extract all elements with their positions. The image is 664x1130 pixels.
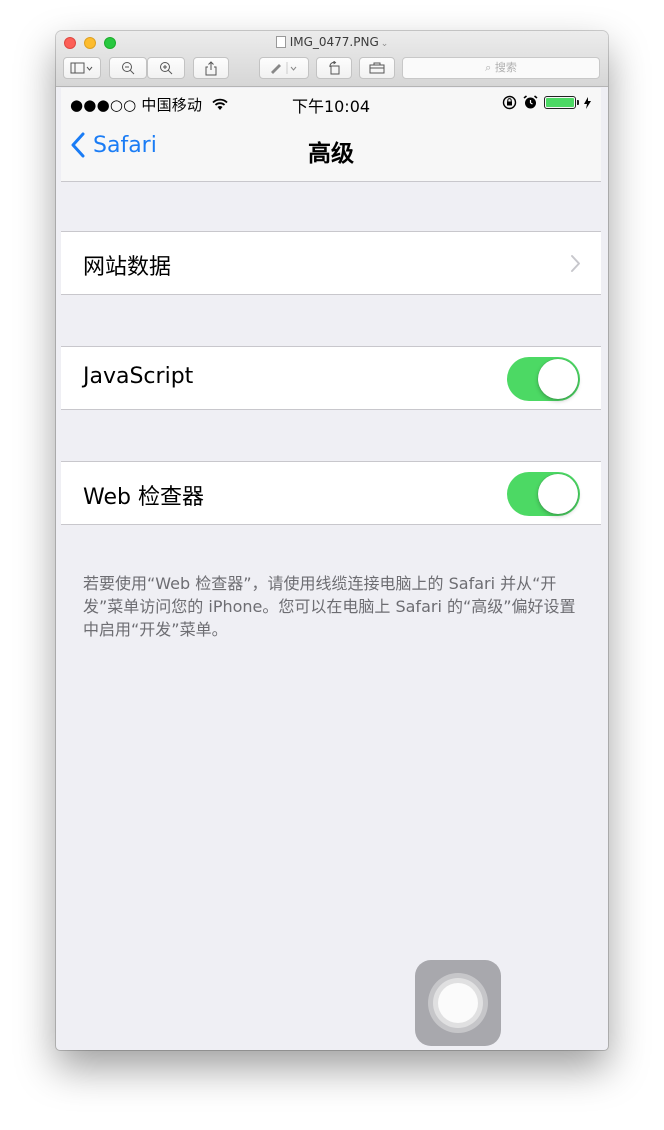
chevron-down-icon: ⌄ — [380, 39, 389, 49]
web-inspector-label: Web 检查器 — [83, 485, 204, 510]
navigation-bar: Safari 高级 — [61, 118, 601, 182]
title-bar: IMG_0477.PNG ⌄ ⌕ 搜索 — [56, 31, 608, 87]
website-data-cell[interactable]: 网站数据 — [61, 231, 601, 295]
web-inspector-cell: Web 检查器 — [61, 461, 601, 525]
document-filename: IMG_0477.PNG — [289, 35, 379, 49]
share-button[interactable] — [193, 57, 229, 79]
status-bar: ●●●○○ 中国移动 下午10:04 — [61, 88, 601, 118]
iphone-screen: ●●●○○ 中国移动 下午10:04 Safari 高级 网站数据 JavaSc… — [61, 88, 601, 1050]
preview-window: IMG_0477.PNG ⌄ ⌕ 搜索 ●●●○○ 中国移动 下午10:04 S… — [56, 31, 608, 1050]
charging-bolt-icon — [584, 96, 591, 109]
web-inspector-toggle[interactable] — [507, 472, 580, 516]
toggle-knob — [538, 359, 578, 399]
page-title: 高级 — [308, 141, 354, 167]
pen-icon — [271, 62, 297, 74]
chevron-right-icon — [571, 255, 580, 272]
javascript-cell: JavaScript — [61, 346, 601, 410]
zoom-out-button[interactable] — [109, 57, 147, 79]
alarm-icon — [523, 95, 538, 109]
assistive-touch-button[interactable] — [415, 960, 501, 1046]
markup-button[interactable] — [259, 57, 309, 79]
status-icons — [502, 95, 591, 110]
document-title[interactable]: IMG_0477.PNG ⌄ — [56, 35, 608, 49]
battery-icon — [544, 96, 579, 109]
sidebar-icon — [70, 62, 93, 74]
toggle-knob — [538, 474, 578, 514]
website-data-label: 网站数据 — [83, 255, 172, 280]
javascript-label: JavaScript — [83, 364, 194, 389]
search-field[interactable]: ⌕ 搜索 — [402, 57, 600, 79]
zoom-out-icon — [122, 62, 135, 75]
web-inspector-footer-note: 若要使用“Web 检查器”，请使用线缆连接电脑上的 Safari 并从“开发”菜… — [83, 574, 576, 639]
share-icon — [205, 60, 217, 75]
toolbox-icon — [369, 62, 385, 74]
search-icon: ⌕ — [485, 61, 492, 74]
javascript-toggle[interactable] — [507, 357, 580, 401]
zoom-in-button[interactable] — [147, 57, 185, 79]
search-placeholder: 搜索 — [494, 61, 517, 74]
sidebar-view-button[interactable] — [63, 57, 101, 79]
zoom-in-icon — [160, 62, 173, 75]
orientation-lock-icon — [502, 95, 517, 110]
document-icon — [275, 36, 286, 48]
rotate-icon — [329, 61, 340, 75]
toolbox-button[interactable] — [359, 57, 395, 79]
rotate-button[interactable] — [316, 57, 352, 79]
